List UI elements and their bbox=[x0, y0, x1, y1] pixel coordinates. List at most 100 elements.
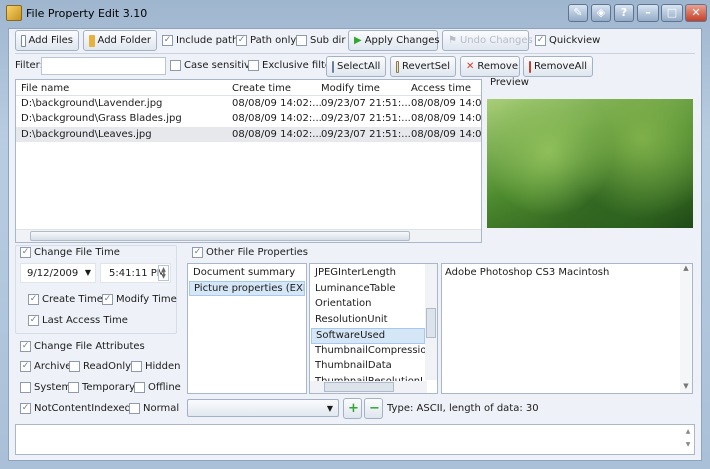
column-header[interactable]: File name bbox=[21, 83, 69, 94]
vertical-scrollbar[interactable]: ▲ ▼ bbox=[680, 264, 692, 393]
checkbox-box bbox=[69, 361, 80, 372]
list-item[interactable]: ThumbnailCompression bbox=[311, 344, 425, 360]
column-header[interactable]: Modify time bbox=[321, 83, 380, 94]
change-file-attributes-checkbox[interactable]: ✓ Change File Attributes bbox=[20, 341, 145, 352]
minimize-icon[interactable]: – bbox=[637, 4, 659, 22]
archive-checkbox[interactable]: ✓ Archive bbox=[20, 361, 71, 372]
add-folder-button[interactable]: Add Folder bbox=[83, 30, 157, 51]
checkbox-box bbox=[131, 361, 142, 372]
quickview-checkbox[interactable]: ✓ Quickview bbox=[535, 35, 600, 46]
select-all-button[interactable]: SelectAll bbox=[326, 56, 386, 77]
normal-checkbox[interactable]: Normal bbox=[129, 403, 179, 414]
select-icon bbox=[332, 60, 334, 73]
scrollbar-thumb[interactable] bbox=[324, 382, 394, 392]
time-picker[interactable]: 5:41:11 PM ▲ ▼ bbox=[100, 263, 171, 283]
horizontal-scrollbar[interactable] bbox=[16, 229, 481, 242]
other-file-properties-checkbox[interactable]: ✓ Other File Properties bbox=[192, 247, 308, 258]
maximize-icon[interactable]: □ bbox=[661, 4, 683, 22]
checkbox-box: ✓ bbox=[20, 247, 31, 258]
cell: 08/08/09 14:02:... bbox=[232, 113, 322, 124]
checkbox-box: ✓ bbox=[535, 35, 546, 46]
date-picker[interactable]: 9/12/2009 ▼ bbox=[20, 263, 96, 283]
modify-time-label: Modify Time bbox=[116, 294, 177, 305]
include-path-checkbox[interactable]: ✓ Include path bbox=[162, 35, 238, 46]
checkbox-box: ✓ bbox=[20, 361, 31, 372]
hidden-checkbox[interactable]: Hidden bbox=[131, 361, 180, 372]
undo-changes-label: Undo Changes bbox=[459, 35, 533, 46]
close-icon[interactable]: ✕ bbox=[685, 4, 707, 22]
create-time-checkbox[interactable]: ✓ Create Time bbox=[28, 294, 103, 305]
list-item[interactable]: Document summary bbox=[189, 266, 305, 281]
remove-all-button[interactable]: RemoveAll bbox=[523, 56, 593, 77]
list-item[interactable]: LuminanceTable bbox=[311, 282, 425, 298]
column-header[interactable]: Access time bbox=[411, 83, 471, 94]
info-icon[interactable]: ◈ bbox=[591, 4, 611, 22]
modify-time-checkbox[interactable]: ✓ Modify Time bbox=[102, 294, 177, 305]
file-list[interactable]: File name Create time Modify time Access… bbox=[15, 79, 482, 243]
log-area[interactable]: ▲ ▼ bbox=[15, 424, 695, 455]
remove-label: Remove bbox=[477, 61, 518, 72]
checkbox-box bbox=[296, 35, 307, 46]
list-item[interactable]: JPEGInterLength bbox=[311, 266, 425, 282]
system-checkbox[interactable]: System bbox=[20, 382, 71, 393]
property-combo[interactable]: ▼ bbox=[187, 399, 339, 417]
last-access-time-checkbox[interactable]: ✓ Last Access Time bbox=[28, 315, 128, 326]
checkbox-box: ✓ bbox=[28, 294, 39, 305]
cell: D:\background\Grass Blades.jpg bbox=[21, 113, 182, 124]
temporary-checkbox[interactable]: Temporary bbox=[68, 382, 135, 393]
offline-checkbox[interactable]: Offline bbox=[134, 382, 181, 393]
case-sensitive-checkbox[interactable]: Case sensitive bbox=[170, 60, 256, 71]
scrollbar-thumb[interactable] bbox=[426, 308, 436, 338]
vertical-scrollbar[interactable] bbox=[425, 264, 437, 380]
cell: 08/08/09 14:02:... bbox=[232, 98, 322, 109]
cell: 08/08/09 14:02 bbox=[411, 129, 481, 140]
property-list[interactable]: JPEGInterLength LuminanceTable Orientati… bbox=[309, 263, 438, 394]
list-item-selected[interactable]: SoftwareUsed bbox=[311, 328, 425, 344]
checkbox-box bbox=[20, 382, 31, 393]
system-label: System bbox=[34, 382, 72, 393]
list-item[interactable]: ThumbnailData bbox=[311, 359, 425, 375]
chevron-down-icon: ▼ bbox=[84, 268, 91, 277]
not-content-indexed-checkbox[interactable]: ✓ NotContentIndexed bbox=[20, 403, 131, 414]
play-icon: ▶ bbox=[354, 35, 362, 46]
cell: 08/08/09 14:02 bbox=[411, 98, 481, 109]
checkbox-box: ✓ bbox=[162, 35, 173, 46]
readonly-checkbox[interactable]: ReadOnly bbox=[69, 361, 131, 372]
list-item-selected[interactable]: Picture properties (EXIF) bbox=[189, 281, 305, 296]
quickview-label: Quickview bbox=[549, 35, 601, 46]
scrollbar-thumb[interactable] bbox=[30, 231, 410, 241]
apply-changes-button[interactable]: ▶ Apply Changes bbox=[348, 30, 440, 51]
checkbox-box: ✓ bbox=[102, 294, 113, 305]
add-property-button[interactable]: + bbox=[343, 398, 362, 419]
help-icon[interactable]: ? bbox=[614, 4, 634, 22]
column-header[interactable]: Create time bbox=[232, 83, 291, 94]
add-files-button[interactable]: Add Files bbox=[15, 30, 79, 51]
horizontal-scrollbar[interactable] bbox=[310, 381, 427, 393]
undo-changes-button[interactable]: ⚑ Undo Changes bbox=[442, 30, 533, 51]
path-only-label: Path only bbox=[250, 35, 297, 46]
property-value-box[interactable]: Adobe Photoshop CS3 Macintosh ▲ ▼ bbox=[441, 263, 693, 394]
sub-dir-checkbox[interactable]: Sub dir bbox=[296, 35, 345, 46]
remove-button[interactable]: ✕ Remove bbox=[460, 56, 520, 77]
table-row[interactable]: D:\background\Grass Blades.jpg 08/08/09 1… bbox=[16, 111, 481, 126]
vertical-scrollbar[interactable]: ▲ ▼ bbox=[682, 425, 694, 454]
x-icon: ✕ bbox=[466, 61, 475, 72]
tools-icon[interactable]: ✎ bbox=[568, 4, 588, 22]
other-file-properties-label: Other File Properties bbox=[206, 247, 309, 258]
checkbox-box: ✓ bbox=[236, 35, 247, 46]
offline-label: Offline bbox=[148, 382, 181, 393]
spinner-icon[interactable]: ▲ ▼ bbox=[158, 265, 169, 281]
exclusive-filter-checkbox[interactable]: Exclusive filter bbox=[248, 60, 335, 71]
category-list[interactable]: Document summary Picture properties (EXI… bbox=[187, 263, 307, 394]
path-only-checkbox[interactable]: ✓ Path only bbox=[236, 35, 296, 46]
remove-property-button[interactable]: − bbox=[364, 398, 383, 419]
filter-input[interactable] bbox=[41, 57, 166, 75]
table-row[interactable]: D:\background\Lavender.jpg 08/08/09 14:02… bbox=[16, 96, 481, 111]
change-file-time-checkbox[interactable]: ✓ Change File Time bbox=[20, 247, 120, 258]
create-time-label: Create Time bbox=[42, 294, 103, 305]
list-item[interactable]: Orientation bbox=[311, 297, 425, 313]
table-row-selected[interactable]: D:\background\Leaves.jpg 08/08/09 14:02:.… bbox=[16, 127, 481, 142]
include-path-label: Include path bbox=[176, 35, 239, 46]
revert-sel-button[interactable]: RevertSel bbox=[390, 56, 456, 77]
list-item[interactable]: ResolutionUnit bbox=[311, 313, 425, 329]
